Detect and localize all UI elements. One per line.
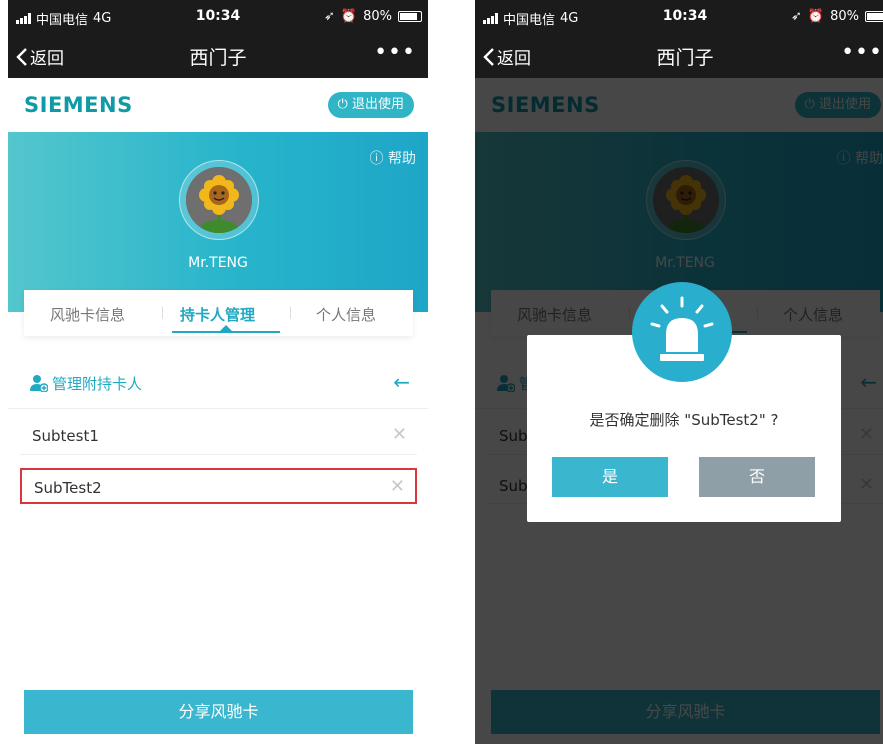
- sunflower-avatar-icon: [186, 167, 252, 233]
- brand-bar: SIEMENS ⏻ 退出使用: [8, 78, 428, 132]
- active-tab-caret: [220, 325, 232, 331]
- battery-percent: 80%: [363, 9, 392, 24]
- question-circle-icon: ⓘ: [369, 151, 384, 167]
- share-card-button[interactable]: 分享风驰卡: [24, 690, 413, 734]
- tab-card-info[interactable]: 风驰卡信息: [50, 304, 125, 325]
- section-header: 管理附持卡人 ←: [8, 360, 428, 409]
- page-title: 西门子: [189, 47, 247, 69]
- tab-personal-info[interactable]: 个人信息: [316, 304, 376, 325]
- username: Mr.TENG: [188, 255, 248, 271]
- cardholder-row-highlighted: SubTest2 ✕: [20, 468, 417, 504]
- power-icon: ⏻: [337, 97, 348, 112]
- cardholder-row: Subtest1 ✕: [20, 418, 417, 455]
- exit-label: 退出使用: [351, 97, 404, 112]
- battery-icon: [865, 11, 883, 22]
- siemens-logo: SIEMENS: [24, 93, 133, 117]
- more-menu-button[interactable]: •••: [374, 40, 416, 65]
- status-bar: 中国电信 4G 10:34 ➶ ⏰ 80%: [475, 0, 883, 34]
- battery-percent: 80%: [830, 9, 859, 24]
- nav-bar: 返回 西门子 •••: [475, 34, 883, 78]
- location-icon: ➶: [324, 9, 335, 24]
- avatar[interactable]: [186, 167, 252, 233]
- active-tab-indicator: [172, 331, 280, 333]
- avatar-ring: [179, 160, 259, 240]
- status-bar: 中国电信 4G 10:34 ➶ ⏰ 80%: [8, 0, 428, 34]
- tab-bar: 风驰卡信息 持卡人管理 个人信息: [24, 290, 413, 336]
- profile-header: ⓘ 帮助: [8, 132, 428, 312]
- user-add-icon: [30, 375, 48, 392]
- cardholder-name: SubTest2: [34, 479, 102, 497]
- exit-button[interactable]: ⏻ 退出使用: [327, 92, 414, 118]
- tab-cardholder-management[interactable]: 持卡人管理: [180, 304, 255, 325]
- tab-divider: [162, 307, 163, 319]
- alarm-light-badge: [632, 282, 732, 382]
- battery-icon: [398, 11, 422, 22]
- confirm-yes-button[interactable]: 是: [552, 457, 668, 497]
- location-icon: ➶: [791, 9, 802, 24]
- more-menu-button[interactable]: •••: [841, 40, 883, 65]
- nav-bar: 返回 西门子 •••: [8, 34, 428, 78]
- tab-divider: [290, 307, 291, 319]
- delete-icon[interactable]: ✕: [390, 476, 405, 497]
- help-button[interactable]: ⓘ 帮助: [370, 148, 416, 168]
- help-label: 帮助: [388, 151, 416, 167]
- arrow-left-icon[interactable]: ←: [393, 370, 410, 394]
- confirm-no-button[interactable]: 否: [699, 457, 815, 497]
- dialog-message: 是否确定删除 "SubTest2" ?: [589, 411, 779, 429]
- phone-screen-cardholder-management: 中国电信 4G 10:34 ➶ ⏰ 80% 返回 西门子 ••• SIEMENS…: [8, 0, 428, 744]
- delete-icon[interactable]: ✕: [392, 424, 407, 445]
- cardholder-name: Subtest1: [32, 427, 99, 445]
- page-title: 西门子: [656, 47, 714, 69]
- phone-screen-delete-confirm: 中国电信 4G 10:34 ➶ ⏰ 80% 返回 西门子 ••• SIEMENS…: [475, 0, 883, 744]
- alarm-light-icon: [650, 296, 714, 361]
- alarm-icon: ⏰: [340, 9, 358, 24]
- section-title: 管理附持卡人: [52, 375, 143, 393]
- alarm-icon: ⏰: [807, 9, 825, 24]
